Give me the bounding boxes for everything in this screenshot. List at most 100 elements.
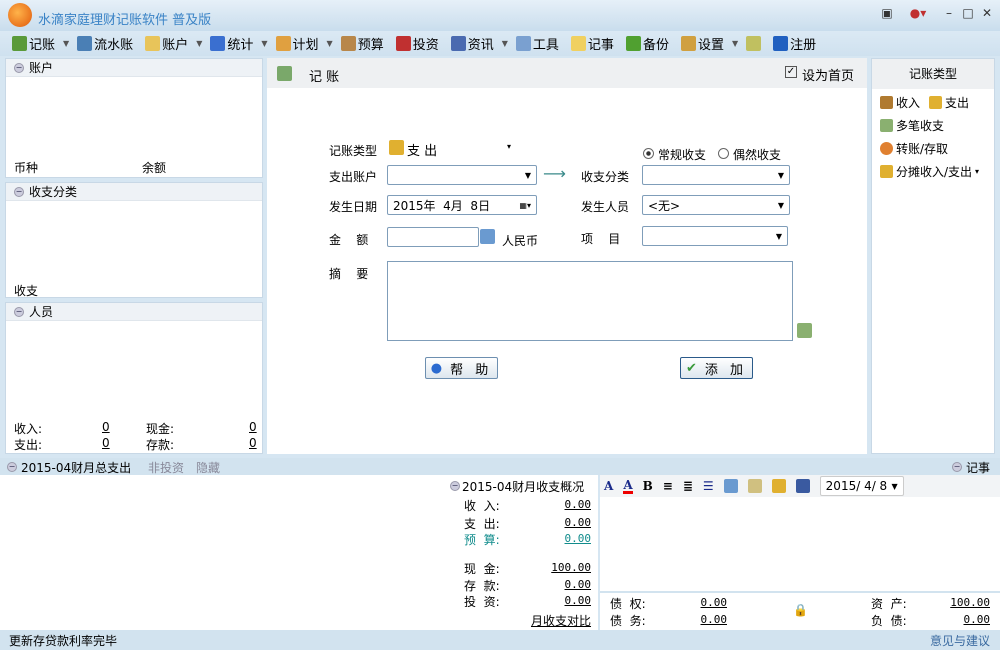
collapse-icon[interactable]: − <box>14 62 24 73</box>
toolbar-calculator-button[interactable] <box>744 36 763 51</box>
toolbar-ledger-button[interactable]: 流水账 <box>75 34 135 53</box>
collapse-icon[interactable]: − <box>952 462 962 472</box>
toolbar-line-chart-button[interactable]: 投资 <box>394 34 441 53</box>
split-link[interactable]: 分摊收入/支出 <box>896 163 972 180</box>
collapse-icon[interactable]: − <box>7 462 17 472</box>
dropdown-icon[interactable]: ▼ <box>732 39 738 48</box>
occasional-radio[interactable] <box>718 148 729 159</box>
toolbar-tools-button[interactable]: 工具 <box>514 34 561 53</box>
summary-label: 摘 要 <box>329 267 369 281</box>
assets-value[interactable]: 100.00 <box>940 596 990 609</box>
toolbar-label: 记账 <box>29 38 56 53</box>
summary-deposit-value[interactable]: 0.00 <box>530 578 592 591</box>
multi-record-icon <box>880 119 893 132</box>
record-title: 记 账 <box>309 70 340 85</box>
align-center-icon[interactable]: ≣ <box>683 479 693 493</box>
income-type-link[interactable]: 收入 <box>896 94 920 111</box>
maximize-button[interactable]: □ <box>961 6 975 20</box>
calculator-icon[interactable] <box>480 229 495 244</box>
date-picker[interactable]: 2015年 4月 8日 ▦▾ <box>387 195 537 215</box>
toolbar-settings-button[interactable]: 设置 <box>679 34 726 53</box>
categories-header[interactable]: − 收支分类 <box>6 183 262 201</box>
date-label: 发生日期 <box>329 200 378 214</box>
help-button[interactable]: ● 帮 助 <box>425 357 498 379</box>
regular-radio[interactable] <box>643 148 654 159</box>
category-select[interactable]: ▼ <box>642 165 790 185</box>
homepage-checkbox[interactable]: ✓ <box>785 66 797 78</box>
persons-title: 人员 <box>29 305 54 319</box>
amount-input[interactable] <box>387 227 479 247</box>
bold-icon[interactable]: B <box>643 479 653 493</box>
persons-header[interactable]: − 人员 <box>6 303 262 321</box>
transfer-link[interactable]: 转账/存取 <box>896 140 948 157</box>
minimize-button[interactable]: – <box>942 6 956 20</box>
font-icon[interactable]: A <box>604 479 613 493</box>
dropdown-icon[interactable]: ▼ <box>327 39 333 48</box>
summary-income-value[interactable]: 0.00 <box>530 498 592 511</box>
person-select[interactable]: <无> ▼ <box>642 195 790 215</box>
tab-hide[interactable]: 隐藏 <box>196 459 220 476</box>
dropdown-icon[interactable]: ▼ <box>63 39 69 48</box>
monthly-compare-link[interactable]: 月收支对比 <box>531 612 591 629</box>
type-select[interactable]: 支 出 <box>407 140 437 159</box>
status-text: 更新存贷款利率完毕 <box>9 634 118 648</box>
tab-non-invest[interactable]: 非投资 <box>148 459 184 476</box>
claims-value[interactable]: 0.00 <box>690 596 728 609</box>
dropdown-icon[interactable]: ▼ <box>502 39 508 48</box>
summary-invest-value[interactable]: 0.00 <box>530 594 592 607</box>
record-type-panel: 记账类型 收入 支出 多笔收支 转账/存取 分摊收入/支出 ▾ <box>871 58 995 454</box>
notes-editor[interactable] <box>600 497 1000 591</box>
expense-type-link[interactable]: 支出 <box>945 94 969 111</box>
type-dropdown-icon[interactable]: ▾ <box>507 142 511 151</box>
summary-budget-value[interactable]: 0.00 <box>530 532 592 545</box>
collapse-icon[interactable]: − <box>14 186 24 197</box>
project-select[interactable]: ▼ <box>642 226 788 246</box>
toolbar-budget-button[interactable]: 预算 <box>339 34 386 53</box>
tab-monthly-expense[interactable]: 2015-04财月总支出 <box>21 459 131 476</box>
toolbar-backup-button[interactable]: 备份 <box>624 34 671 53</box>
feedback-link[interactable]: 意见与建议 <box>930 632 990 649</box>
account-select[interactable]: ▼ <box>387 165 537 185</box>
notes-date-select[interactable]: 2015/ 4/ 8 ▼ <box>819 476 904 496</box>
search-icon[interactable] <box>747 479 762 493</box>
toolbar-pen-book-button[interactable]: 记账 <box>10 34 57 53</box>
font-color-icon[interactable]: A <box>623 479 633 494</box>
debts-value[interactable]: 0.00 <box>690 613 728 626</box>
toolbar-help-button[interactable]: 注册 <box>771 34 818 53</box>
collapse-icon[interactable]: − <box>450 481 460 491</box>
user-menu-icon[interactable]: ●▾ <box>904 6 932 20</box>
save-icon[interactable] <box>795 479 810 493</box>
liabilities-value[interactable]: 0.00 <box>940 613 991 626</box>
toolbar-calendar-button[interactable]: 计划 <box>274 34 321 53</box>
notes-title[interactable]: 记事 <box>966 459 990 476</box>
skin-icon[interactable]: ▣ <box>880 6 894 20</box>
summary-template-icon[interactable] <box>797 323 812 338</box>
toolbar-folder-lock-button[interactable]: 账户 <box>143 34 190 53</box>
expense-value[interactable]: 0 <box>102 436 110 450</box>
collapse-icon[interactable]: − <box>14 306 24 317</box>
accounts-header[interactable]: − 账户 <box>6 59 262 77</box>
toolbar-note-button[interactable]: 记事 <box>569 34 616 53</box>
record-header: 记 账 ✓ 设为首页 <box>267 58 867 88</box>
deposit-value[interactable]: 0 <box>249 436 257 450</box>
accounts-title: 账户 <box>29 61 54 75</box>
lock-icon[interactable]: 🔒 <box>793 603 808 617</box>
dropdown-icon[interactable]: ▼ <box>196 39 202 48</box>
close-button[interactable]: ✕ <box>980 6 994 20</box>
multi-record-link[interactable]: 多笔收支 <box>896 117 944 134</box>
tools-icon <box>515 36 531 51</box>
image-icon[interactable] <box>723 479 738 493</box>
summary-expense-value[interactable]: 0.00 <box>530 516 592 529</box>
dropdown-icon[interactable]: ▼ <box>261 39 267 48</box>
list-icon[interactable]: ☰ <box>703 479 714 493</box>
income-value[interactable]: 0 <box>102 420 110 434</box>
toolbar-news-button[interactable]: 资讯 <box>449 34 496 53</box>
add-button[interactable]: ✔ 添 加 <box>680 357 753 379</box>
cash-value[interactable]: 0 <box>249 420 257 434</box>
summary-textarea[interactable] <box>387 261 793 341</box>
align-left-icon[interactable]: ≡ <box>663 479 673 493</box>
deposit-label: 存款: <box>146 438 175 452</box>
toolbar-bar-chart-button[interactable]: 统计 <box>208 34 255 53</box>
open-icon[interactable] <box>771 479 786 493</box>
summary-cash-value[interactable]: 100.00 <box>530 561 591 574</box>
